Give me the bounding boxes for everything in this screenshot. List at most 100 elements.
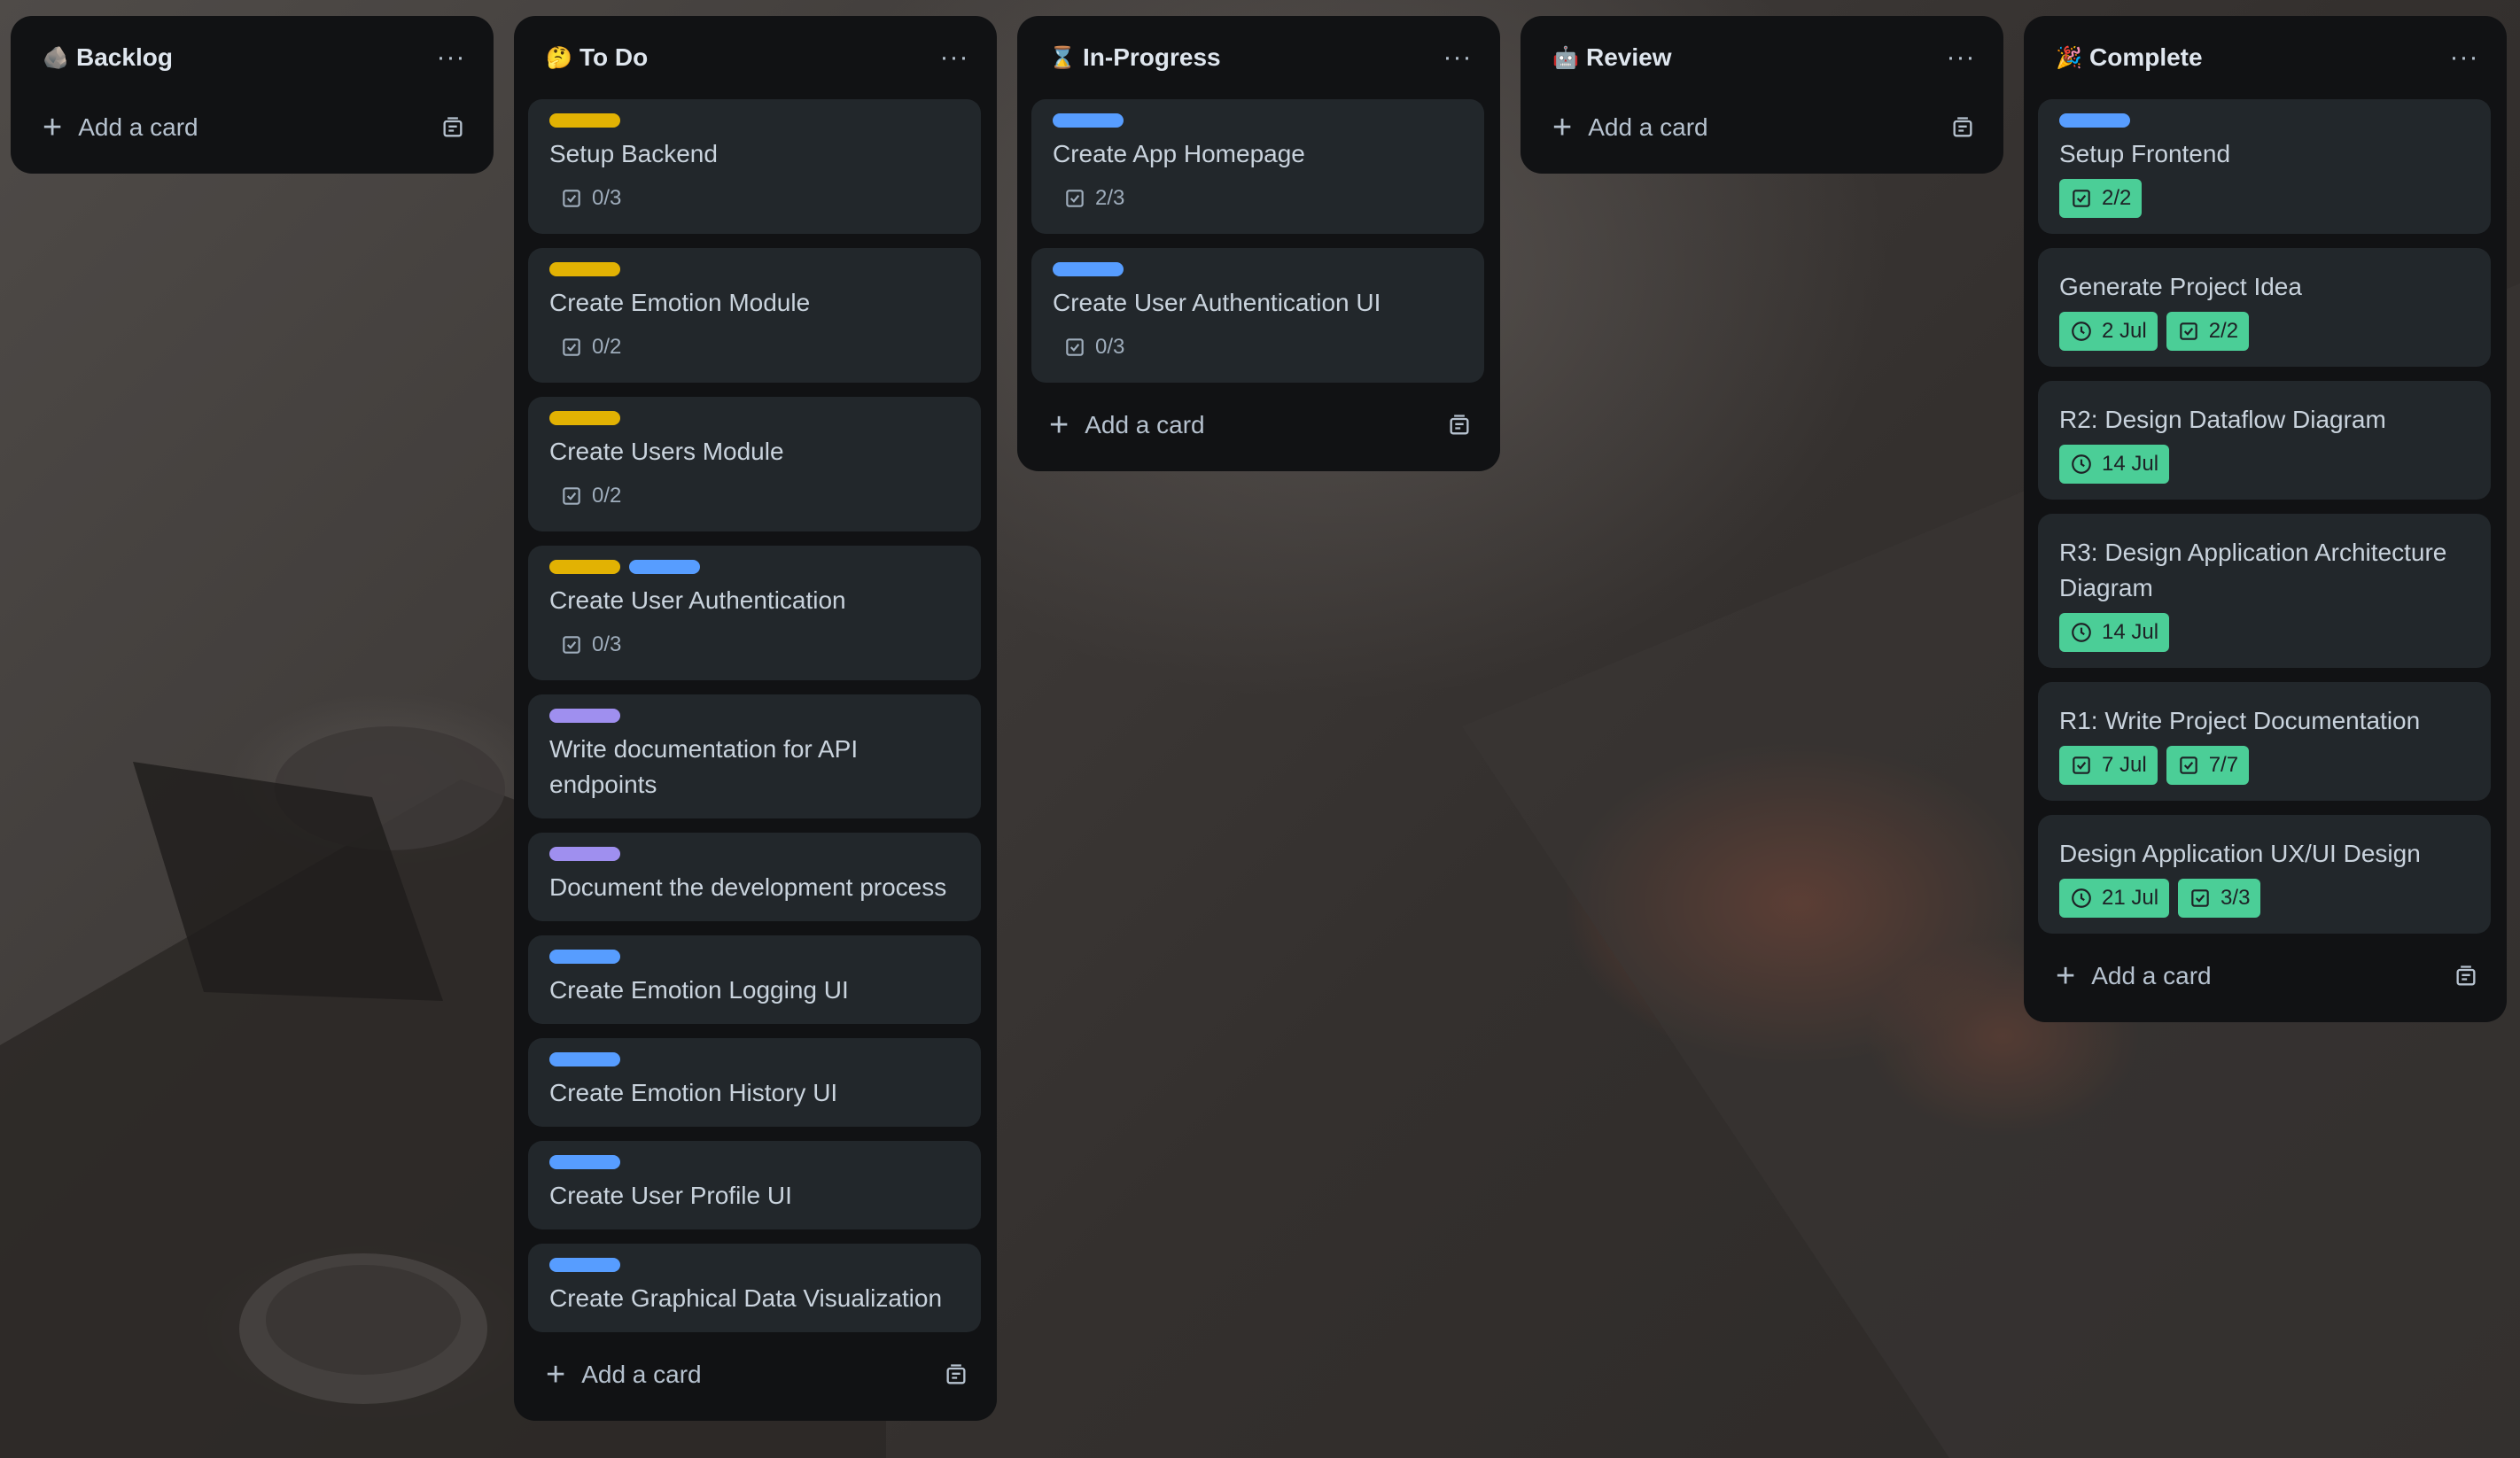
card-title: Create Users Module — [549, 438, 784, 465]
card[interactable]: R2: Design Dataflow Diagram 14 Jul — [2038, 381, 2491, 500]
list-title-text: Review — [1586, 43, 1672, 71]
card[interactable]: Create User Authentication UI 0/3 — [1031, 248, 1484, 383]
plus-icon: + — [546, 1356, 566, 1393]
add-card-button[interactable]: + Add a card — [1031, 397, 1486, 454]
card-template-icon[interactable] — [1447, 413, 1472, 438]
checklist-icon — [560, 633, 583, 656]
checklist-badge: 0/2 — [549, 328, 632, 367]
card-labels — [549, 950, 960, 964]
badge-text: 14 Jul — [2102, 620, 2159, 644]
plus-icon: + — [1049, 407, 1069, 444]
label-yellow[interactable] — [549, 113, 620, 128]
card[interactable]: Create Users Module 0/2 — [528, 397, 981, 531]
card-labels — [549, 113, 960, 128]
due-date-badge[interactable]: 2 Jul — [2059, 312, 2158, 351]
card[interactable]: Generate Project Idea 2 Jul 2/2 — [2038, 248, 2491, 367]
card-template-icon[interactable] — [440, 115, 465, 140]
card-labels — [549, 709, 960, 723]
list-menu-button[interactable]: ··· — [933, 36, 976, 79]
list-menu-button[interactable]: ··· — [2443, 36, 2485, 79]
list-review: 🤖 Review ··· + Add a card — [1521, 16, 2003, 174]
checklist-badge: 0/3 — [549, 179, 632, 218]
card[interactable]: Write documentation for API endpoints — [528, 694, 981, 818]
plus-icon: + — [43, 109, 63, 146]
party-popper-emoji-icon: 🎉 — [2056, 45, 2082, 70]
card[interactable]: Create App Homepage 2/3 — [1031, 99, 1484, 234]
card[interactable]: Document the development process — [528, 833, 981, 921]
badge-text: 7 Jul — [2102, 753, 2147, 777]
list-menu-button[interactable]: ··· — [1436, 36, 1479, 79]
list-to-do: 🤔 To Do ··· Setup Backend 0/3 Create Emoti… — [514, 16, 997, 1421]
checklist-icon — [2070, 754, 2093, 777]
list-title[interactable]: 🤔 To Do — [546, 43, 648, 72]
label-yellow[interactable] — [549, 560, 620, 574]
clock-icon — [2070, 887, 2093, 910]
card-badges: 7 Jul 7/7 — [2059, 746, 2469, 785]
list-title[interactable]: 🤖 Review — [1552, 43, 1672, 72]
checklist-badge: 2/3 — [1053, 179, 1135, 218]
label-purple[interactable] — [549, 709, 620, 723]
label-blue[interactable] — [549, 1155, 620, 1169]
checklist-badge: 2/2 — [2166, 312, 2250, 351]
card[interactable]: Create User Profile UI — [528, 1141, 981, 1229]
card-container: Create App Homepage 2/3 Create User Authen… — [1031, 99, 1486, 383]
label-blue[interactable] — [629, 560, 700, 574]
badge-text: 2/2 — [2102, 186, 2132, 210]
plus-icon: + — [2056, 958, 2076, 995]
card-labels — [1053, 262, 1463, 276]
add-card-button[interactable]: + Add a card — [2038, 948, 2493, 1004]
label-blue[interactable] — [549, 1258, 620, 1272]
list-title[interactable]: ⌛ In-Progress — [1049, 43, 1221, 72]
card[interactable]: Create Emotion Module 0/2 — [528, 248, 981, 383]
card[interactable]: Design Application UX/UI Design 21 Jul 3/3 — [2038, 815, 2491, 934]
card[interactable]: Create Graphical Data Visualization — [528, 1244, 981, 1332]
add-card-button[interactable]: + Add a card — [1535, 99, 1989, 156]
card-title: Write documentation for API endpoints — [549, 735, 859, 798]
list-title-text: Complete — [2089, 43, 2203, 71]
add-card-label: Add a card — [1588, 113, 1708, 141]
badge-text: 0/3 — [592, 186, 622, 210]
label-yellow[interactable] — [549, 262, 620, 276]
card[interactable]: Setup Backend 0/3 — [528, 99, 981, 234]
card[interactable]: Create Emotion Logging UI — [528, 935, 981, 1024]
list-backlog: 🪨 Backlog ··· + Add a card — [11, 16, 494, 174]
checklist-badge: 0/2 — [549, 477, 632, 516]
card-labels — [549, 1052, 960, 1066]
add-card-button[interactable]: + Add a card — [528, 1346, 983, 1403]
card[interactable]: Setup Frontend 2/2 — [2038, 99, 2491, 234]
list-title[interactable]: 🪨 Backlog — [43, 43, 173, 72]
label-blue[interactable] — [1053, 113, 1124, 128]
checklist-icon — [2189, 887, 2212, 910]
label-blue[interactable] — [1053, 262, 1124, 276]
badge-text: 3/3 — [2221, 886, 2251, 910]
list-title[interactable]: 🎉 Complete — [2056, 43, 2203, 72]
list-header: 🤔 To Do ··· — [528, 16, 983, 99]
due-date-badge[interactable]: 14 Jul — [2059, 445, 2170, 484]
card[interactable]: Create Emotion History UI — [528, 1038, 981, 1127]
card-template-icon[interactable] — [944, 1362, 968, 1387]
card-template-icon[interactable] — [1950, 115, 1975, 140]
due-date-badge[interactable]: 21 Jul — [2059, 879, 2170, 918]
label-purple[interactable] — [549, 847, 620, 861]
label-blue[interactable] — [549, 1052, 620, 1066]
list-menu-button[interactable]: ··· — [430, 36, 472, 79]
card-labels — [549, 411, 960, 425]
list-menu-button[interactable]: ··· — [1940, 36, 1982, 79]
card[interactable]: R1: Write Project Documentation 7 Jul 7/7 — [2038, 682, 2491, 801]
card-title: Create User Authentication — [549, 586, 846, 614]
card-container: Setup Backend 0/3 Create Emotion Module 0/2… — [528, 99, 983, 1332]
card[interactable]: R3: Design Application Architecture Diag… — [2038, 514, 2491, 668]
list-header: 🪨 Backlog ··· — [25, 16, 479, 99]
label-blue[interactable] — [2059, 113, 2130, 128]
card[interactable]: Create User Authentication 0/3 — [528, 546, 981, 680]
card-title: Create Graphical Data Visualization — [549, 1284, 943, 1312]
label-blue[interactable] — [549, 950, 620, 964]
add-card-button[interactable]: + Add a card — [25, 99, 479, 156]
due-date-badge[interactable]: 14 Jul — [2059, 613, 2170, 652]
card-template-icon[interactable] — [2454, 964, 2478, 989]
checklist-badge: 0/3 — [1053, 328, 1135, 367]
label-yellow[interactable] — [549, 411, 620, 425]
hourglass-emoji-icon: ⌛ — [1049, 45, 1076, 70]
card-title: Design Application UX/UI Design — [2059, 840, 2421, 867]
badge-text: 2/3 — [1095, 186, 1125, 210]
